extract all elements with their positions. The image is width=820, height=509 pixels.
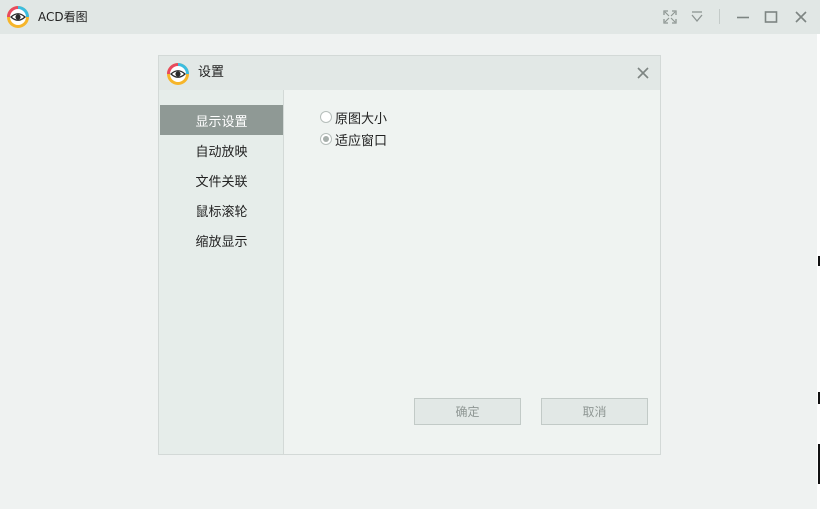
sidebar-item-label: 文件关联 <box>195 174 248 190</box>
dialog-header: 设置 <box>159 56 660 90</box>
settings-dialog: 设置 显示设置 自动放映 文件关联 鼠标滚轮 缩放显示 原图大小 适应窗口 确定… <box>158 55 661 455</box>
minimize-button[interactable] <box>731 5 755 29</box>
maximize-button[interactable] <box>759 5 783 29</box>
dialog-logo-icon <box>167 63 189 85</box>
dialog-title: 设置 <box>198 65 225 80</box>
minimize-icon <box>737 16 749 19</box>
menu-dropdown-button[interactable] <box>685 5 709 29</box>
sidebar-item-label: 自动放映 <box>195 144 248 160</box>
settings-sidebar: 显示设置 自动放映 文件关联 鼠标滚轮 缩放显示 <box>159 90 284 454</box>
option-label: 原图大小 <box>335 111 388 127</box>
expand-icon <box>663 10 677 24</box>
radio-fit-window[interactable] <box>320 133 332 145</box>
sidebar-item-zoom-display[interactable]: 缩放显示 <box>160 225 283 255</box>
sidebar-item-display-settings[interactable]: 显示设置 <box>160 105 283 135</box>
title-bar: ACD看图 <box>0 0 820 34</box>
ok-button[interactable]: 确定 <box>414 398 521 425</box>
maximize-icon <box>764 11 778 23</box>
settings-content: 原图大小 适应窗口 确定 取消 <box>284 90 660 454</box>
dialog-close-button[interactable] <box>634 64 652 82</box>
sidebar-item-mouse-wheel[interactable]: 鼠标滚轮 <box>160 195 283 225</box>
option-original-size[interactable]: 原图大小 <box>320 108 388 127</box>
sidebar-item-file-association[interactable]: 文件关联 <box>160 165 283 195</box>
fullscreen-button[interactable] <box>658 5 682 29</box>
option-label: 适应窗口 <box>335 133 388 149</box>
chevron-down-icon <box>691 11 703 23</box>
close-icon <box>795 11 807 23</box>
cancel-button[interactable]: 取消 <box>541 398 648 425</box>
sidebar-item-label: 鼠标滚轮 <box>195 204 248 220</box>
radio-original-size[interactable] <box>320 111 332 123</box>
sidebar-item-label: 显示设置 <box>195 114 248 130</box>
close-window-button[interactable] <box>789 5 813 29</box>
app-title: ACD看图 <box>38 10 88 24</box>
sidebar-item-slideshow[interactable]: 自动放映 <box>160 135 283 165</box>
close-icon <box>637 67 649 79</box>
option-fit-window[interactable]: 适应窗口 <box>320 130 388 149</box>
sidebar-item-label: 缩放显示 <box>195 234 248 250</box>
app-logo-icon <box>7 6 29 28</box>
title-separator <box>719 9 720 24</box>
